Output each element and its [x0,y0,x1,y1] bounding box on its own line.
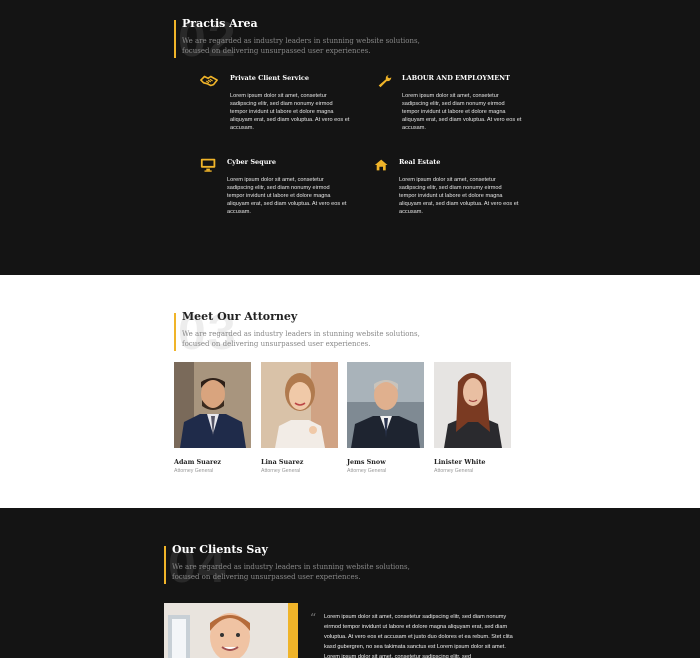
attorney-role: Attorney General [261,468,301,474]
service-text: Lorem ipsum dolor sit amet, consetetur s… [230,93,350,131]
attorney-role: Attorney General [347,468,387,474]
service-text: Lorem ipsum dolor sit amet, consetetur s… [402,93,522,131]
accent-bar [164,546,166,584]
service-title: Real Estate [399,158,441,166]
section-subtitle: We are regarded as industry leaders in s… [182,330,420,348]
handshake-icon [200,75,218,87]
section-subtitle: We are regarded as industry leaders in s… [182,37,420,55]
attorney-name: Adam Suarez [174,458,222,466]
attorney-photo [347,362,424,448]
client-photo [164,603,298,658]
service-title: LABOUR AND EMPLOYMENT [402,74,510,82]
wrench-icon [378,74,392,88]
attorney-card[interactable]: Adam Suarez Attorney General [174,362,251,474]
quote-icon: “ [310,611,317,625]
attorney-card[interactable]: Jems Snow Attorney General [347,362,424,474]
home-icon [374,159,388,171]
attorney-name: Jems Snow [347,458,386,466]
practice-area-section: 02 Practis Area We are regarded as indus… [0,0,700,275]
attorney-card[interactable]: Linister White Attorney General [434,362,511,474]
attorney-photo [261,362,338,448]
attorney-role: Attorney General [174,468,214,474]
attorney-card[interactable]: Lina Suarez Attorney General [261,362,338,474]
monitor-icon [200,158,216,172]
attorney-role: Attorney General [434,468,474,474]
section-title: Meet Our Attorney [182,310,298,323]
service-text: Lorem ipsum dolor sit amet, consetetur s… [399,177,519,215]
attorney-name: Linister White [434,458,486,466]
service-text: Lorem ipsum dolor sit amet, consetetur s… [227,177,347,215]
attorney-name: Lina Suarez [261,458,304,466]
accent-bar [174,20,176,58]
attorney-photo [434,362,511,448]
attorney-photo [174,362,251,448]
section-title: Practis Area [182,17,258,30]
section-subtitle: We are regarded as industry leaders in s… [172,563,410,581]
service-title: Cyber Sequre [227,158,276,166]
section-title: Our Clients Say [172,543,268,556]
accent-bar [174,313,176,351]
service-title: Private Client Service [230,74,310,82]
testimonial-text: Lorem ipsum dolor sit amet, consetetur s… [324,614,513,658]
